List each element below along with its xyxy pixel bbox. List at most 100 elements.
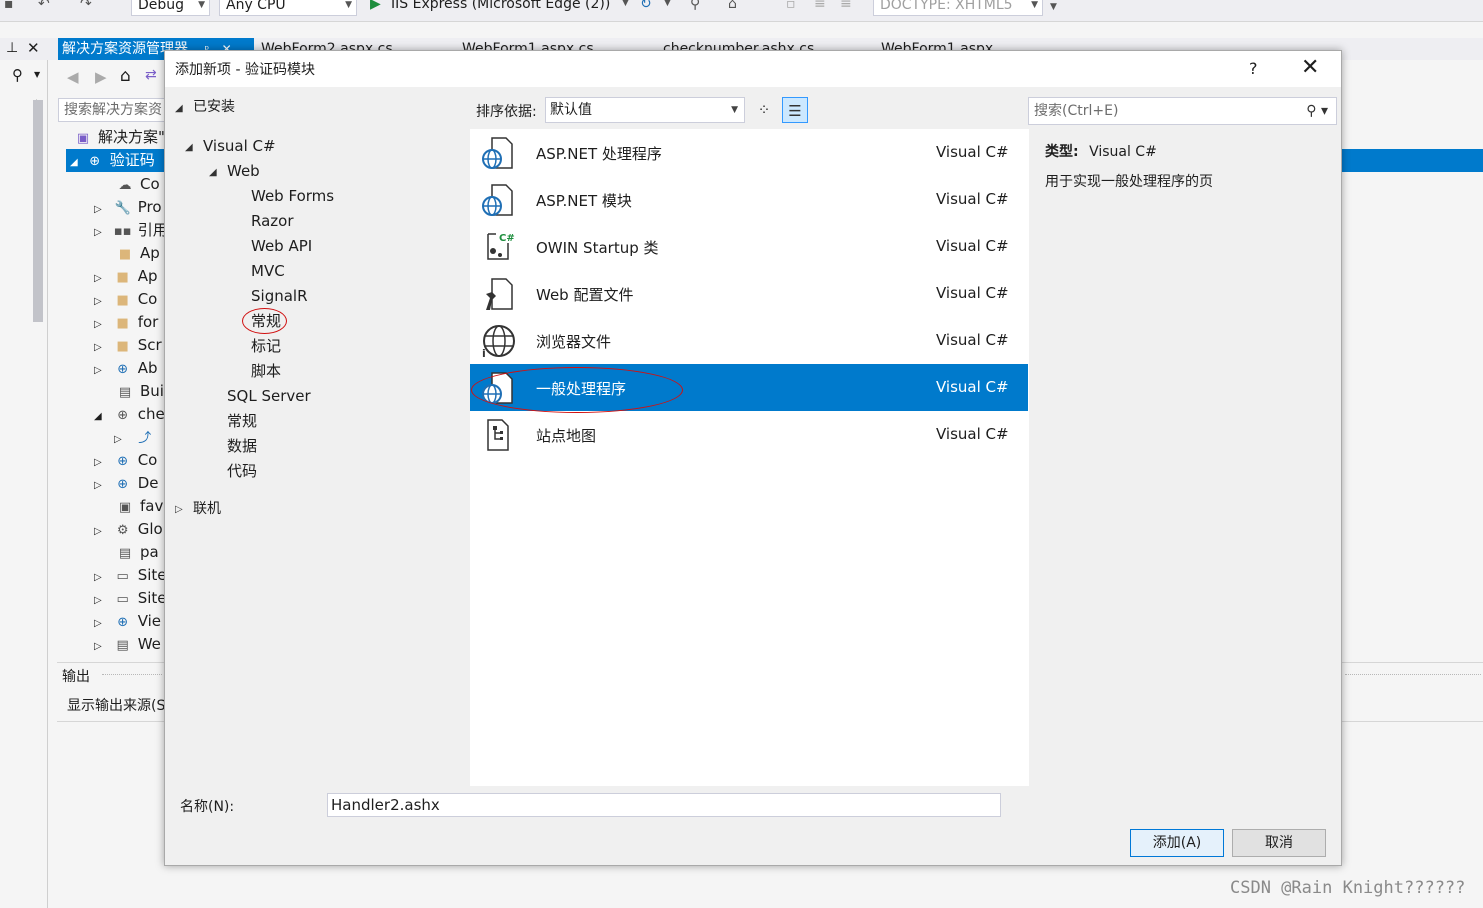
tree-item-label: for bbox=[137, 313, 159, 331]
tree-web-api[interactable]: Web API bbox=[251, 236, 312, 256]
template-item[interactable]: 站点地图 Visual C# bbox=[470, 411, 1028, 458]
list-view-icon[interactable]: ☰ bbox=[782, 97, 808, 123]
tree-item-label: We bbox=[137, 635, 161, 653]
tree-general[interactable]: 常规 bbox=[227, 411, 257, 431]
tree-item-label: De bbox=[137, 474, 159, 492]
tree-web[interactable]: Web bbox=[227, 161, 260, 181]
home-icon[interactable]: ⌂ bbox=[120, 66, 131, 86]
chevron-down-icon[interactable]: ▼ bbox=[622, 0, 629, 8]
search-icon[interactable]: ⚲ ▾ bbox=[1306, 98, 1328, 124]
back-icon[interactable]: ◀ bbox=[67, 68, 79, 86]
sync-icon[interactable]: ⇄ bbox=[145, 67, 157, 83]
tree-item[interactable]: ▷ ⊕ Co bbox=[94, 449, 166, 472]
tree-item[interactable]: ▷ ■ Co bbox=[94, 288, 166, 311]
home-icon[interactable]: ⌂ bbox=[728, 0, 737, 12]
tree-item[interactable]: ▷ ⤴ bbox=[114, 426, 166, 449]
close-button[interactable]: ✕ bbox=[1301, 55, 1319, 80]
chevron-down-icon[interactable]: ▼ bbox=[664, 0, 671, 8]
doc-icon[interactable]: ▫ bbox=[786, 0, 796, 12]
tree-general-web[interactable]: 常规 bbox=[251, 311, 281, 331]
config-dropdown[interactable]: Debug ▼ bbox=[131, 0, 210, 16]
template-search-input[interactable]: 搜索(Ctrl+E) ⚲ ▾ bbox=[1028, 97, 1337, 125]
tree-item[interactable]: ▷ ⊕ Vie bbox=[94, 610, 166, 633]
overflow-icon[interactable]: ▼ bbox=[1050, 2, 1057, 12]
name-input[interactable]: Handler2.ashx bbox=[327, 793, 1001, 817]
tree-installed[interactable]: 已安装 bbox=[193, 97, 235, 117]
sort-dropdown[interactable]: 默认值 ▼ bbox=[545, 97, 745, 123]
tree-item[interactable]: ▷ ■ Scr bbox=[94, 334, 166, 357]
tree-sql-server[interactable]: SQL Server bbox=[227, 386, 311, 406]
tree-mvc[interactable]: MVC bbox=[251, 261, 285, 281]
tree-item[interactable]: ◢ ⊕ che bbox=[94, 403, 166, 426]
help-button[interactable]: ? bbox=[1249, 59, 1258, 78]
add-button[interactable]: 添加(A) bbox=[1130, 829, 1224, 857]
forward-icon[interactable]: ▶ bbox=[95, 68, 107, 86]
category-tree: ◢ 已安装 ◢ Visual C# ◢ Web Web Forms Razor … bbox=[165, 87, 470, 786]
expanded-icon[interactable]: ◢ bbox=[175, 103, 183, 114]
refresh-icon[interactable]: ↻ bbox=[640, 0, 652, 12]
solution-search-input[interactable]: 搜索解决方案资 bbox=[58, 98, 166, 122]
template-item[interactable]: i 浏览器文件 Visual C# bbox=[470, 317, 1028, 364]
expanded-icon[interactable]: ◢ bbox=[185, 142, 193, 153]
tree-web-forms[interactable]: Web Forms bbox=[251, 186, 334, 206]
close-icon[interactable]: ✕ bbox=[27, 39, 40, 57]
browser-link-icon[interactable]: ⚲ bbox=[690, 0, 700, 12]
tree-item[interactable]: ▤ pa bbox=[94, 541, 166, 564]
tree-item[interactable]: ▤ Bui bbox=[94, 380, 166, 403]
tree-item[interactable]: ▷ ■ for bbox=[94, 311, 166, 334]
web-file-icon: ⊕ bbox=[117, 615, 129, 630]
template-item[interactable]: ASP.NET 模块 Visual C# bbox=[470, 176, 1028, 223]
search-icon[interactable]: ⚲ bbox=[12, 66, 23, 84]
template-item[interactable]: Web 配置文件 Visual C# bbox=[470, 270, 1028, 317]
tree-item[interactable]: ▷ ⊕ De bbox=[94, 472, 166, 495]
collapsed-icon: ▷ bbox=[94, 526, 102, 537]
favicon-icon: ▣ bbox=[118, 500, 132, 515]
template-item[interactable]: ASP.NET 处理程序 Visual C# bbox=[470, 129, 1028, 176]
platform-dropdown[interactable]: Any CPU ▼ bbox=[219, 0, 357, 16]
cancel-button[interactable]: 取消 bbox=[1232, 829, 1326, 857]
tree-markup[interactable]: 标记 bbox=[251, 336, 281, 356]
template-item[interactable]: C# OWIN Startup 类 Visual C# bbox=[470, 223, 1028, 270]
tree-item[interactable]: ▷ ▪▪ 引用 bbox=[94, 219, 166, 242]
tree-online[interactable]: 联机 bbox=[193, 499, 221, 519]
solution-node[interactable]: ▣ 解决方案" bbox=[74, 126, 166, 149]
tree-data[interactable]: 数据 bbox=[227, 436, 257, 456]
tree-item[interactable]: ■ Ap bbox=[94, 242, 166, 265]
project-node[interactable]: ◢ ⊕ 验证码 bbox=[70, 149, 166, 172]
scrollbar-thumb[interactable] bbox=[33, 100, 43, 322]
globe-icon: i bbox=[482, 325, 515, 359]
run-target-button[interactable]: IIS Express (Microsoft Edge (2)) bbox=[391, 0, 610, 14]
play-icon[interactable]: ▶ bbox=[370, 0, 381, 12]
grid-view-icon[interactable]: ⁘ bbox=[751, 97, 777, 123]
tree-item[interactable]: ▷ ▤ We bbox=[94, 633, 166, 653]
chevron-down-icon[interactable]: ▼ bbox=[34, 70, 40, 79]
tree-code[interactable]: 代码 bbox=[227, 461, 257, 481]
expanded-icon[interactable]: ◢ bbox=[209, 167, 217, 178]
folder-icon: ■ bbox=[116, 316, 129, 331]
tree-item[interactable]: ▷ ■ Ap bbox=[94, 265, 166, 288]
tree-signalr[interactable]: SignalR bbox=[251, 286, 308, 306]
align-icon[interactable]: ≡ bbox=[814, 0, 826, 12]
collapsed-icon: ▷ bbox=[94, 365, 102, 376]
tree-item[interactable]: ▷ ▭ Site bbox=[94, 564, 166, 587]
redo-icon[interactable]: ↷ bbox=[80, 0, 92, 12]
tree-item[interactable]: ▣ fav bbox=[94, 495, 166, 518]
indent-icon[interactable]: ≡ bbox=[840, 0, 852, 12]
collapsed-icon[interactable]: ▷ bbox=[175, 504, 183, 515]
tree-item[interactable]: ▷ ▭ Site bbox=[94, 587, 166, 610]
tree-item[interactable]: ▷ ⊕ Ab bbox=[94, 357, 166, 380]
tree-item[interactable]: ☁ Co bbox=[94, 173, 166, 196]
save-icon[interactable]: ▪ bbox=[4, 0, 14, 12]
tree-razor[interactable]: Razor bbox=[251, 211, 294, 231]
tree-item-label: pa bbox=[140, 543, 159, 561]
doctype-dropdown[interactable]: DOCTYPE: XHTML5 ▼ bbox=[873, 0, 1043, 16]
template-lang: Visual C# bbox=[936, 143, 1009, 161]
tree-script[interactable]: 脚本 bbox=[251, 361, 281, 381]
template-item-selected[interactable]: 一般处理程序 Visual C# bbox=[470, 364, 1028, 411]
undo-icon[interactable]: ↶ bbox=[38, 0, 50, 12]
tree-item[interactable]: ▷ ⚙ Glo bbox=[94, 518, 166, 541]
pin-icon[interactable]: ⊥ bbox=[6, 40, 18, 56]
tree-visual-csharp[interactable]: Visual C# bbox=[203, 136, 276, 156]
collapsed-icon: ▷ bbox=[94, 480, 102, 491]
tree-item[interactable]: ▷ 🔧 Pro bbox=[94, 196, 166, 219]
